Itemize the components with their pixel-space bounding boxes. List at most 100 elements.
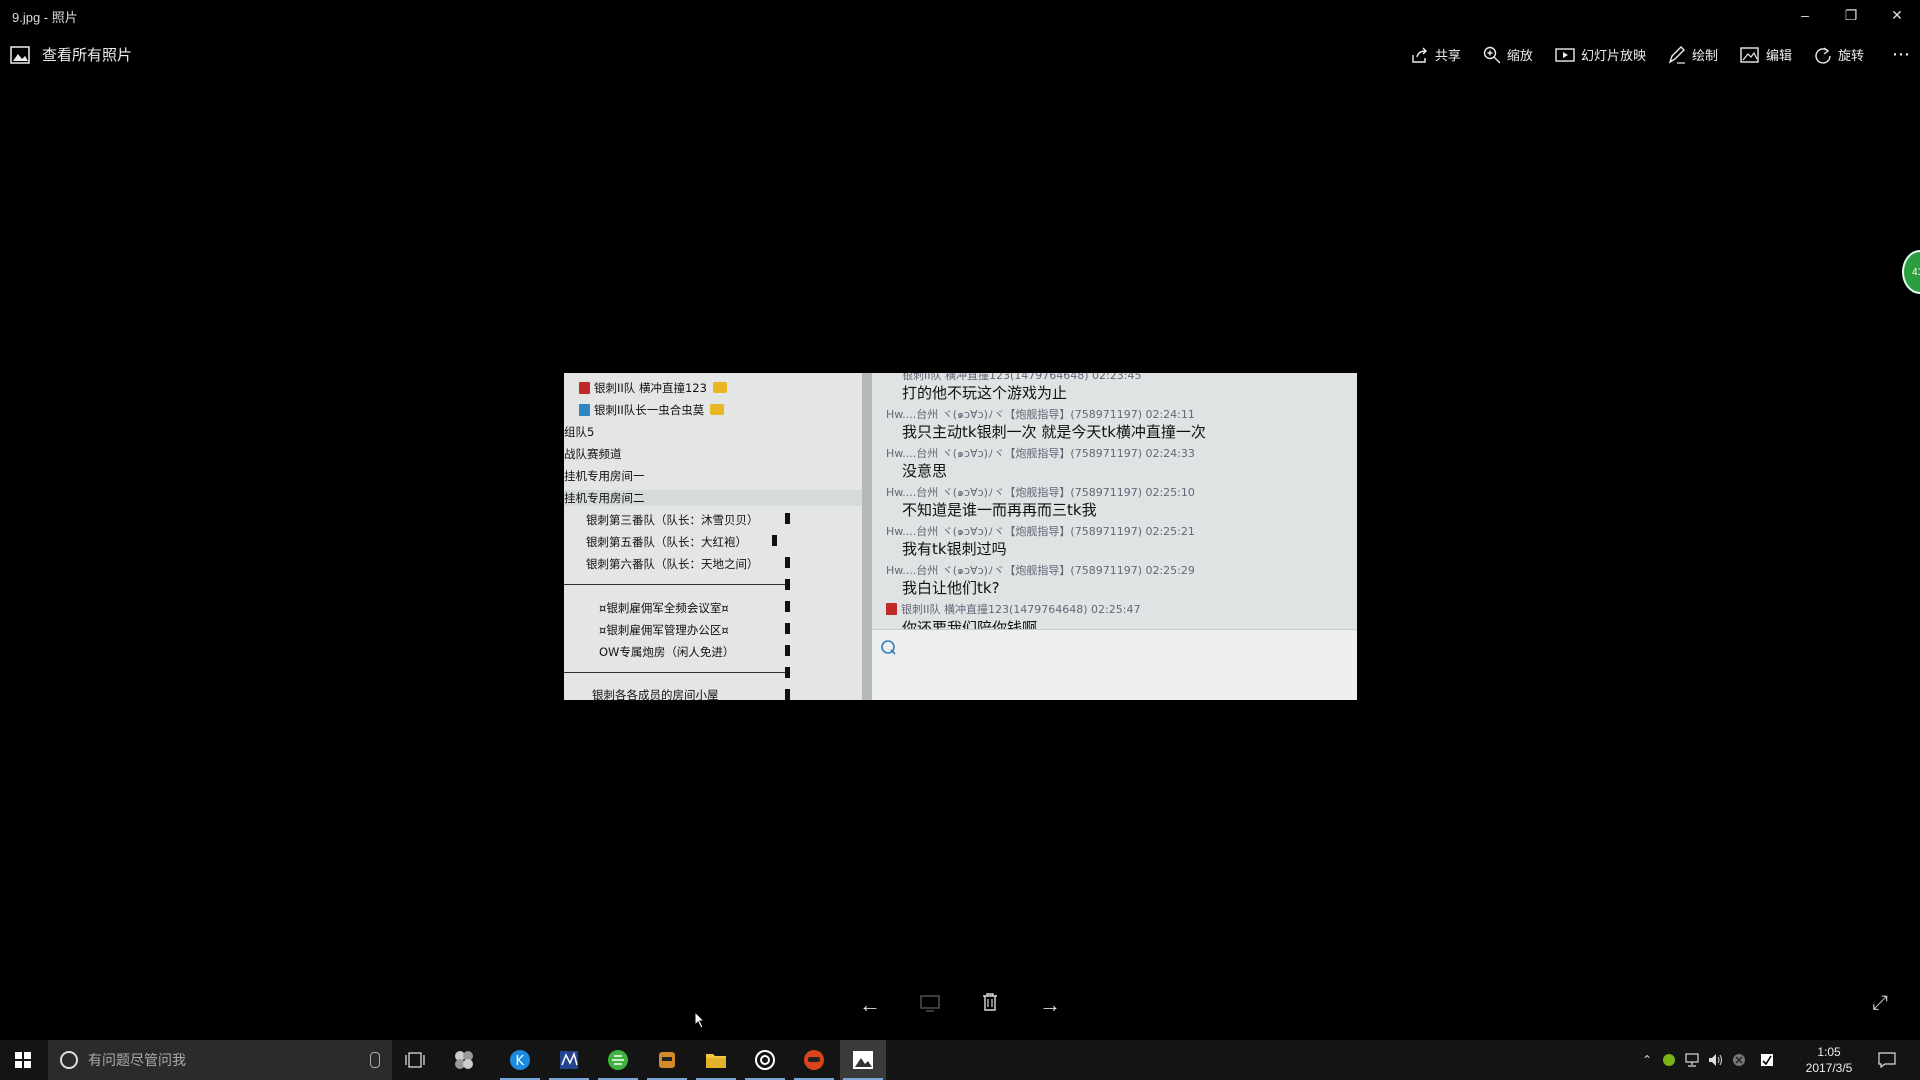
- taskbar-app-explorer[interactable]: [693, 1040, 739, 1080]
- microphone-icon[interactable]: [370, 1052, 380, 1068]
- taskbar-app-target[interactable]: [742, 1040, 788, 1080]
- channel-item: 银刺第三番队（队长：沐雪贝贝）: [586, 513, 759, 527]
- taskbar-app-kugou[interactable]: K: [497, 1040, 543, 1080]
- scroll-mark: [785, 667, 790, 678]
- channel-item: 银刺II队 横冲直撞123: [579, 380, 727, 396]
- taskbar-app-game[interactable]: [644, 1040, 690, 1080]
- gift-icon: [579, 382, 590, 394]
- command-bar: 查看所有照片 共享 缩放 幻灯片放映 绘制 编辑 旋转 ⋯: [0, 36, 1920, 76]
- message-text: 我有tk银刺过吗: [902, 540, 1007, 558]
- channel-item: 银刺第五番队（队长：大红袍）: [586, 535, 747, 549]
- draw-button[interactable]: 绘制: [1668, 45, 1718, 64]
- gift-icon: [579, 404, 590, 416]
- scroll-mark: [785, 579, 790, 590]
- zoom-button[interactable]: 缩放: [1483, 45, 1533, 64]
- show-hidden-icons-icon[interactable]: ⌃: [1642, 1053, 1652, 1067]
- close-button[interactable]: ✕: [1874, 0, 1920, 30]
- slideshow-mini-button[interactable]: [910, 992, 950, 1018]
- rotate-icon: [1815, 46, 1831, 64]
- search-placeholder: 有问题尽管问我: [88, 1052, 186, 1068]
- crown-icon: [712, 382, 727, 393]
- taskbar-app-map[interactable]: [546, 1040, 592, 1080]
- network-icon[interactable]: [1684, 1053, 1700, 1067]
- share-button[interactable]: 共享: [1411, 45, 1461, 64]
- channel-item: 挂机专用房间一: [564, 469, 645, 483]
- gift-icon: [886, 603, 897, 615]
- system-clock[interactable]: 1:05 2017/3/5: [1793, 1044, 1865, 1076]
- system-tray: ⌃: [1642, 1040, 1774, 1080]
- taskbar-app-red[interactable]: [791, 1040, 837, 1080]
- message-text: 不知道是谁一而再再而三tk我: [902, 501, 1097, 519]
- cortana-search[interactable]: 有问题尽管问我: [48, 1040, 392, 1080]
- channel-item: OW专属炮房（闲人免进）: [599, 645, 735, 659]
- red-app-icon: [804, 1050, 824, 1070]
- font-style-icon: [881, 640, 896, 655]
- channel-item: 战队赛频道: [564, 447, 622, 461]
- divider: [564, 672, 790, 673]
- start-button[interactable]: [0, 1040, 46, 1080]
- rotate-label: 旋转: [1837, 48, 1864, 63]
- view-all-photos-button[interactable]: 查看所有照片: [10, 44, 132, 65]
- more-button[interactable]: ⋯: [1892, 44, 1910, 65]
- rotate-button[interactable]: 旋转: [1814, 45, 1864, 64]
- message-text: 打的他不玩这个游戏为止: [902, 384, 1068, 402]
- taskbar-app-photos[interactable]: [840, 1040, 886, 1080]
- floating-badge[interactable]: 41: [1902, 250, 1920, 294]
- taskbar-app-green[interactable]: [595, 1040, 641, 1080]
- minimize-button[interactable]: –: [1782, 0, 1828, 30]
- slideshow-button[interactable]: 幻灯片放映: [1555, 45, 1646, 64]
- channel-item: 银刺第六番队（队长：天地之间）: [586, 557, 759, 571]
- photos-icon: [853, 1051, 873, 1069]
- clock-date: 2017/3/5: [1805, 1061, 1853, 1075]
- displayed-photo[interactable]: 银刺II队 横冲直撞123 银刺II队长一虫合虫莫 组队5 战队赛频道 挂机专用…: [564, 373, 1357, 700]
- trash-icon: [983, 993, 997, 1011]
- scroll-mark: [785, 601, 790, 612]
- clock-time: 1:05: [1817, 1045, 1841, 1059]
- fullscreen-button[interactable]: ⤢: [1872, 992, 1888, 1015]
- tray-app-icon[interactable]: [1662, 1053, 1676, 1067]
- crown-icon: [710, 404, 725, 415]
- scroll-mark: [785, 557, 790, 568]
- game-app-icon: [659, 1052, 675, 1068]
- cortana-icon: [60, 1051, 78, 1069]
- ime-icon[interactable]: [1760, 1053, 1774, 1067]
- edit-label: 编辑: [1765, 48, 1792, 63]
- window-title: 9.jpg - 照片: [12, 10, 78, 25]
- scroll-mark: [785, 689, 790, 700]
- volume-icon[interactable]: [1708, 1053, 1724, 1067]
- scroll-mark: [785, 623, 790, 634]
- share-icon: [1412, 47, 1427, 63]
- chat-input-box: [872, 629, 1357, 700]
- pinwheel-icon: [455, 1051, 473, 1069]
- kugou-icon: K: [510, 1050, 530, 1070]
- next-button[interactable]: →: [1030, 992, 1070, 1018]
- share-label: 共享: [1434, 48, 1461, 63]
- scroll-mark: [772, 535, 777, 546]
- chat-pane: 银刺II队 横冲直撞123(1479764648) 02:23:45 打的他不玩…: [872, 373, 1357, 700]
- zoom-icon: [1483, 46, 1501, 63]
- channel-item: ¤银刺雇佣军管理办公区¤: [599, 623, 729, 637]
- taskbar: 有问题尽管问我 K ⌃ 1:05 2017/3/5: [0, 1040, 1920, 1080]
- action-center-button[interactable]: [1864, 1040, 1910, 1080]
- zoom-label: 缩放: [1506, 48, 1533, 63]
- edit-button[interactable]: 编辑: [1740, 45, 1792, 64]
- message-text: 没意思: [902, 462, 948, 480]
- slideshow-icon: [1555, 47, 1575, 62]
- tray-circle-icon[interactable]: [1732, 1053, 1746, 1067]
- slideshow-label: 幻灯片放映: [1580, 48, 1646, 63]
- windows-logo-icon: [15, 1052, 31, 1068]
- delete-button[interactable]: [970, 992, 1010, 1018]
- folder-icon: [706, 1054, 726, 1068]
- title-bar: 9.jpg - 照片 – ❐ ✕: [0, 0, 1920, 30]
- previous-button[interactable]: ←: [850, 992, 890, 1018]
- channel-list: 银刺II队 横冲直撞123 银刺II队长一虫合虫莫 组队5 战队赛频道 挂机专用…: [564, 373, 872, 700]
- task-view-icon: [405, 1052, 425, 1068]
- green-app-icon: [608, 1050, 628, 1070]
- message-text: 我白让他们tk?: [902, 579, 1000, 597]
- task-view-button[interactable]: [392, 1040, 438, 1080]
- notification-icon: [1878, 1052, 1896, 1068]
- restore-button[interactable]: ❐: [1828, 0, 1874, 30]
- mouse-cursor-icon: [694, 1011, 706, 1029]
- message-text: 你还要我们陪你钱啊: [902, 619, 1038, 629]
- taskbar-app-pinwheel[interactable]: [441, 1040, 487, 1080]
